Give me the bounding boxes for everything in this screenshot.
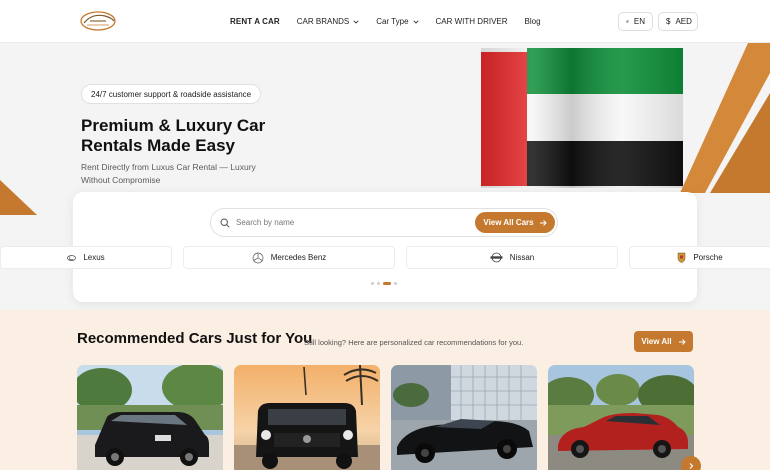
nav-label: Car Type bbox=[376, 17, 409, 26]
brand-label: Nissan bbox=[509, 253, 535, 262]
search-input[interactable] bbox=[236, 218, 456, 227]
carousel-dot[interactable] bbox=[371, 282, 374, 285]
mercedes-logo bbox=[252, 252, 264, 263]
brand-card-nissan[interactable]: Nissan bbox=[406, 246, 618, 269]
brand-card-porsche[interactable]: Porsche bbox=[629, 246, 770, 269]
recommended-title: Recommended Cars Just for You bbox=[77, 330, 313, 347]
uae-flag bbox=[481, 48, 683, 188]
nav-rent-a-car[interactable]: RENT A CAR bbox=[230, 17, 280, 26]
recommended-section: Recommended Cars Just for You Still look… bbox=[0, 310, 770, 470]
porsche-logo bbox=[678, 252, 686, 263]
brand-label: Porsche bbox=[693, 253, 723, 262]
support-badge: 24/7 customer support & roadside assista… bbox=[81, 84, 262, 104]
nav-blog[interactable]: Blog bbox=[525, 17, 541, 26]
view-all-button[interactable]: View All bbox=[634, 331, 693, 352]
search-bar: View All Cars bbox=[210, 208, 558, 237]
carousel-dot[interactable] bbox=[394, 282, 397, 285]
chevron-down-icon bbox=[353, 19, 359, 24]
lexus-logo bbox=[67, 254, 77, 261]
nav-label: RENT A CAR bbox=[230, 17, 280, 26]
black-g-wagon-photo[interactable] bbox=[234, 365, 380, 470]
red-muscle-car-photo[interactable] bbox=[548, 365, 694, 470]
arrow-right-icon bbox=[539, 219, 547, 226]
luxus-logo[interactable] bbox=[78, 8, 118, 34]
brand-card-mercedes[interactable]: Mercedes Benz bbox=[183, 246, 395, 269]
recommended-subtitle: Still looking? Here are personalized car… bbox=[304, 338, 524, 347]
dollar-icon: $ bbox=[666, 17, 671, 26]
carousel-dots bbox=[371, 282, 397, 285]
view-all-cars-label: View All Cars bbox=[483, 218, 534, 227]
brand-card-lexus[interactable]: Lexus bbox=[0, 246, 172, 269]
language-button[interactable]: EN bbox=[618, 12, 653, 31]
hero-title: Premium & Luxury Car Rentals Made Easy bbox=[81, 116, 266, 155]
view-all-cars-button[interactable]: View All Cars bbox=[475, 212, 555, 233]
brand-label: Mercedes Benz bbox=[270, 253, 327, 262]
language-label: EN bbox=[633, 17, 645, 26]
brand-label: Lexus bbox=[83, 253, 105, 262]
site-header: RENT A CAR CAR BRANDS Car Type CAR WITH … bbox=[0, 0, 770, 43]
nav-label: CAR WITH DRIVER bbox=[435, 17, 508, 26]
nav-car-type[interactable]: Car Type bbox=[376, 17, 419, 26]
nav-label: Blog bbox=[524, 17, 541, 26]
black-supercar-photo[interactable] bbox=[391, 365, 537, 470]
currency-label: AED bbox=[675, 17, 692, 26]
nav-car-brands[interactable]: CAR BRANDS bbox=[297, 17, 359, 26]
nav-label: CAR BRANDS bbox=[296, 17, 350, 26]
search-icon bbox=[220, 217, 230, 228]
carousel-dot-active[interactable] bbox=[383, 282, 391, 285]
hero-subtitle: Rent Directly from Luxus Car Rental — Lu… bbox=[81, 162, 256, 185]
next-arrow-button[interactable] bbox=[681, 456, 701, 470]
nav-car-with-driver[interactable]: CAR WITH DRIVER bbox=[436, 17, 508, 26]
chevron-right-icon bbox=[689, 463, 694, 469]
chevron-down-icon bbox=[412, 19, 419, 24]
arrow-right-icon bbox=[678, 338, 686, 345]
main-nav: RENT A CAR CAR BRANDS Car Type CAR WITH … bbox=[230, 0, 541, 43]
black-suv-photo[interactable] bbox=[77, 365, 223, 470]
currency-button[interactable]: $ AED bbox=[658, 12, 698, 31]
nissan-logo bbox=[490, 252, 503, 263]
view-all-label: View All bbox=[641, 337, 672, 346]
carousel-dot[interactable] bbox=[377, 282, 380, 285]
globe-icon bbox=[626, 20, 629, 23]
